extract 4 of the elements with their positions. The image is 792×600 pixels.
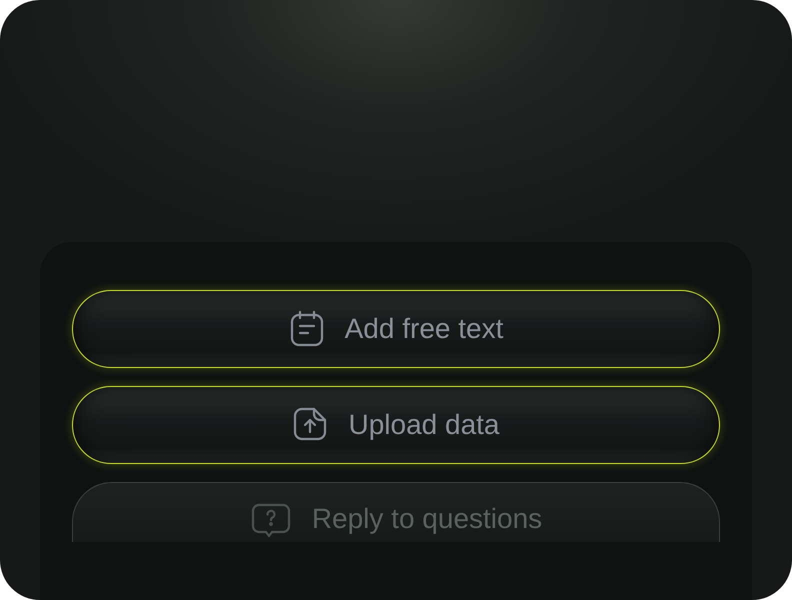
- question-bubble-icon: [250, 502, 292, 540]
- option-button[interactable]: Add free text: [72, 290, 720, 368]
- option-button[interactable]: Upload data: [72, 386, 720, 464]
- notepad-icon: [288, 309, 325, 349]
